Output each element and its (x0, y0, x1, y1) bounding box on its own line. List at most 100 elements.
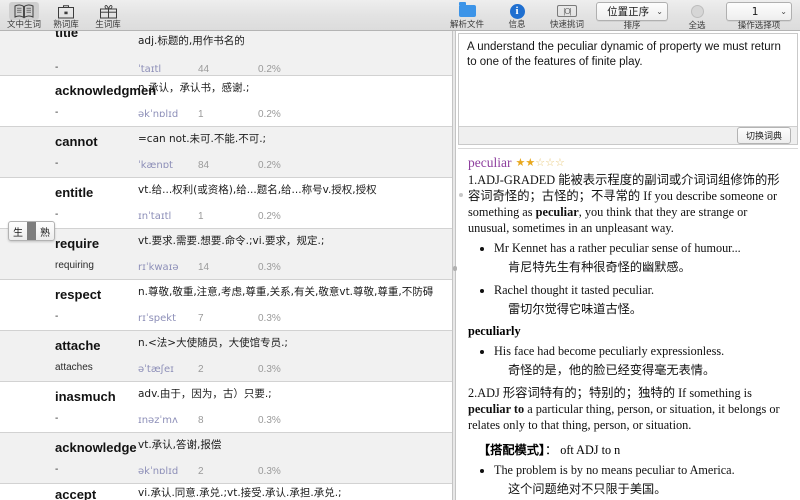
word-count: 14 (198, 262, 210, 273)
word-percent: 0.3% (258, 364, 281, 375)
dictionary-scrollbar[interactable] (459, 193, 463, 197)
sense-1-subentry: peculiarly (468, 324, 521, 338)
word-phonetic: əˈtæʃeɪ (138, 364, 174, 375)
table-row[interactable]: entitle - vt.给...权利(或资格),给...题名,给...称号v.… (0, 178, 452, 229)
word-phonetic: əkˈnɒlɪd (138, 109, 179, 120)
table-row[interactable]: inasmuch - adv.由于，因为，古）只要.; ɪnəzˈmʌ 8 0.… (0, 382, 452, 433)
word-meta: əkˈnɒlɪd 2 0.3% (138, 466, 281, 477)
context-sentence-box[interactable]: A understand the peculiar dynamic of pro… (458, 33, 798, 145)
table-row[interactable]: cannot - =can not.未可.不能.不可.; ˈkænɒt 84 0… (0, 127, 452, 178)
select-all-icon[interactable] (682, 2, 712, 21)
word-headword: require (55, 236, 100, 251)
word-count: 44 (198, 64, 210, 75)
dictionary-header: peculiar ★★☆☆☆ (468, 155, 788, 171)
word-inflection: requiring (55, 260, 94, 271)
toolbar-button-text-new-words[interactable]: 文中生词 (3, 0, 45, 30)
word-phonetic: ɪnˈtaɪtl (138, 211, 172, 222)
toolbar-button-info[interactable]: i 信息 (496, 0, 538, 30)
panel-splitter[interactable] (452, 31, 457, 500)
sense-1-example-1-translation: 雷切尔觉得它味道古怪。 (508, 302, 643, 316)
action-select-dropdown[interactable]: 1 ⌄ (726, 2, 792, 21)
splitter-grip (453, 266, 457, 271)
word-phonetic: ˈtaɪtl (138, 64, 162, 75)
list-item: Rachel thought it tasted peculiar. (494, 282, 788, 298)
word-definition: adv.由于，因为，古）只要.; (138, 388, 272, 400)
word-percent: 0.3% (258, 466, 281, 477)
word-meta: rɪˈspekt 7 0.3% (138, 313, 281, 324)
sort-dropdown[interactable]: 位置正序 ⌄ (596, 2, 668, 21)
word-definition: vt.给...权利(或资格),给...题名,给...称号v.授权,授权 (138, 184, 377, 196)
word-headword: respect (55, 287, 102, 302)
word-headword: acknowledge (55, 440, 137, 455)
word-headword: cannot (55, 134, 98, 149)
toolbar-label-known-words-library: 熟词库 (53, 20, 79, 30)
word-definition: vt.承认,答谢,报偿 (138, 439, 222, 451)
toolbar-label-new-words-library: 生词库 (95, 20, 121, 30)
word-inflection: - (55, 413, 59, 424)
word-percent: 0.2% (258, 211, 281, 222)
raw-cooked-toggle[interactable]: 生 熟 (8, 221, 55, 241)
word-definition: adj.标题的,用作书名的 (138, 35, 245, 47)
toolbar-button-parse-file[interactable]: 解析文件 (438, 0, 496, 30)
word-headword: inasmuch (55, 389, 116, 404)
sense-1-bold-term: peculiar (535, 205, 579, 219)
table-row[interactable]: accept vi.承认.同意.承兑.;vt.接受.承认.承担.承兑.; (0, 484, 452, 500)
word-phonetic: ɪnəzˈmʌ (138, 415, 178, 426)
toolbar-button-known-words-library[interactable]: 熟词库 (45, 0, 87, 30)
table-row[interactable]: attache attaches n.<法>大使随员，大使馆专员.; əˈtæʃ… (0, 331, 452, 382)
table-row[interactable]: title - adj.标题的,用作书名的 ˈtaɪtl 44 0.2% (0, 31, 452, 76)
table-row[interactable]: respect - n.尊敬,敬重,注意,考虑,尊重,关系,有关,敬意vt.尊敬… (0, 280, 452, 331)
dictionary-headword: peculiar (468, 155, 512, 170)
toolbar-action-group: 1 ⌄ 操作选择项 (726, 0, 792, 31)
toolbar-label-info: 信息 (508, 20, 526, 30)
word-meta: ˈtaɪtl 44 0.2% (138, 64, 281, 75)
word-inflection: - (55, 107, 59, 118)
sense-1-number: 1. (468, 173, 478, 187)
sense-2-example-translation: 这个问题绝对不只限于美国。 (508, 482, 667, 496)
list-item: Mr Kennet has a rather peculiar sense of… (494, 240, 788, 256)
table-row[interactable]: acknowledge - vt.承认,答谢,报偿 əkˈnɒlɪd 2 0.3… (0, 433, 452, 484)
sense-1-sub-examples: His face had become peculiarly expressio… (494, 343, 788, 359)
sense-1-pos: ADJ-GRADED (477, 173, 556, 187)
switch-dictionary-button[interactable]: 切换词典 (736, 127, 791, 144)
dictionary-entry-panel[interactable]: peculiar ★★☆☆☆ 1.ADJ-GRADED 能被表示程度的副词或介词… (458, 148, 798, 500)
word-definition: n.承认，承认书，感谢.; (138, 82, 250, 94)
app-window: 文中生词 熟词库 生词库 解析文件 i 信息 |O| 快速挑词 位置正序 ⌄ 排… (0, 0, 800, 500)
word-definition: vi.承认.同意.承兑.;vt.接受.承认.承担.承兑.; (138, 487, 342, 499)
context-sentence-text: A understand the peculiar dynamic of pro… (467, 41, 781, 68)
sense-2-examples: The problem is by no means peculiar to A… (494, 462, 788, 478)
star-rating[interactable]: ★★☆☆☆ (515, 157, 564, 169)
table-row[interactable]: acknowledgmen - n.承认，承认书，感谢.; əkˈnɒlɪd 1… (0, 76, 452, 127)
sort-dropdown-value: 位置正序 (607, 6, 650, 18)
open-book-icon (9, 2, 39, 20)
word-count: 84 (198, 160, 210, 171)
word-inflection: attaches (55, 362, 93, 373)
toggle-raw-label[interactable]: 生 (9, 222, 27, 240)
toolbar-label-action-select: 操作选择项 (737, 21, 781, 31)
table-row[interactable]: require requiring vt.要求.需要.想要.命令.;vi.要求，… (0, 229, 452, 280)
word-percent: 0.3% (258, 313, 281, 324)
sense-2-bold-term: peculiar to (468, 402, 525, 416)
word-inflection: - (55, 209, 59, 220)
sense-2: 2.ADJ 形容词特有的；特别的；独特的 If something is pec… (468, 385, 788, 433)
word-meta: ɪnəzˈmʌ 8 0.3% (138, 415, 281, 426)
word-meta: əkˈnɒlɪd 1 0.2% (138, 109, 281, 120)
toggle-cooked-label[interactable]: 熟 (36, 222, 54, 240)
word-percent: 0.2% (258, 64, 281, 75)
word-percent: 0.3% (258, 415, 281, 426)
word-list-panel[interactable]: title - adj.标题的,用作书名的 ˈtaɪtl 44 0.2% ack… (0, 31, 452, 500)
toolbar-label-select-all: 全选 (688, 21, 706, 31)
word-phonetic: rɪˈspekt (138, 313, 176, 324)
word-count: 2 (198, 364, 204, 375)
action-select-value: 1 (751, 5, 759, 18)
word-definition: n.尊敬,敬重,注意,考虑,尊重,关系,有关,敬意vt.尊敬,尊重,不防碍 (138, 286, 434, 298)
toolbar-button-quick-pick[interactable]: |O| 快速挑词 (538, 0, 596, 30)
word-meta: ɪnˈtaɪtl 1 0.2% (138, 211, 281, 222)
word-headword: entitle (55, 185, 94, 200)
toolbar-button-new-words-library[interactable]: 生词库 (87, 0, 129, 30)
word-phonetic: əkˈnɒlɪd (138, 466, 179, 477)
sense-1: 1.ADJ-GRADED 能被表示程度的副词或介词词组修饰的形容词奇怪的；古怪的… (468, 172, 788, 236)
word-inflection: - (55, 62, 59, 73)
word-definition: n.<法>大使随员，大使馆专员.; (138, 337, 288, 349)
toolbar-select-all-group: 全选 (682, 0, 712, 31)
